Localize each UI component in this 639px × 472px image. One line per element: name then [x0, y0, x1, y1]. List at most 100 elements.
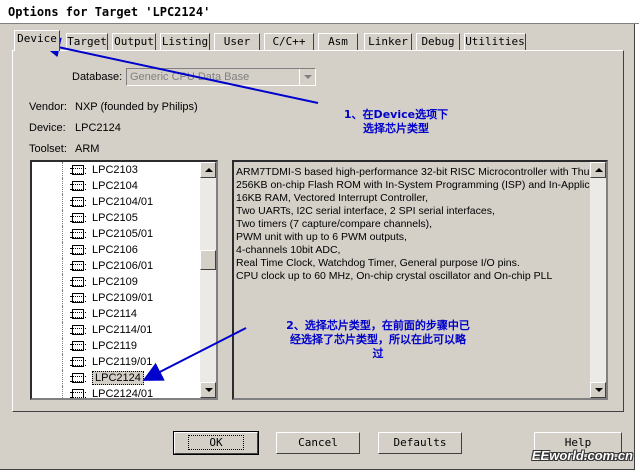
- list-item[interactable]: LPC2104: [32, 178, 200, 194]
- list-item[interactable]: LPC2109: [32, 274, 200, 290]
- description-line: Two timers (7 capture/compare channels),: [236, 218, 433, 230]
- chip-icon: [70, 213, 86, 223]
- list-item[interactable]: LPC2119: [32, 338, 200, 354]
- device-label: Device:: [29, 122, 66, 134]
- annotation-1-line-1: 1、在Device选项下: [343, 108, 449, 121]
- annotation-step-2: 2、选择芯片类型，在前面的步骤中已 经选择了芯片类型，所以在此可以略 过: [252, 319, 504, 361]
- defaults-button[interactable]: Defaults: [378, 432, 462, 454]
- chip-icon: [70, 229, 86, 239]
- chip-icon: [70, 389, 86, 398]
- ok-button[interactable]: OK: [173, 431, 259, 455]
- tree-line: [62, 194, 63, 210]
- device-list-scrollbar[interactable]: [200, 162, 216, 398]
- list-item-label: LPC2103: [92, 164, 138, 176]
- list-item[interactable]: LPC2124/01: [32, 386, 200, 398]
- chip-icon: [70, 261, 86, 271]
- tree-line: [62, 258, 63, 274]
- tab-linker[interactable]: Linker: [364, 33, 412, 50]
- list-item-label: LPC2104/01: [92, 196, 154, 208]
- title-bar: Options for Target 'LPC2124': [0, 0, 639, 24]
- list-item-label: LPC2119: [92, 340, 138, 352]
- cancel-button[interactable]: Cancel: [276, 432, 360, 454]
- tree-line: [62, 178, 63, 194]
- chip-icon: [70, 357, 86, 367]
- list-item[interactable]: LPC2106: [32, 242, 200, 258]
- tab-user[interactable]: User: [214, 33, 260, 50]
- vendor-value: NXP (founded by Philips): [75, 101, 198, 113]
- description-line: Two UARTs, I2C serial interface, 2 SPI s…: [236, 205, 495, 217]
- annotation-2-line-1: 2、选择芯片类型，在前面的步骤中已: [286, 319, 470, 332]
- list-item[interactable]: LPC2105/01: [32, 226, 200, 242]
- list-item-label: LPC2106/01: [92, 260, 154, 272]
- chip-icon: [70, 181, 86, 191]
- window-title: Options for Target 'LPC2124': [8, 5, 211, 19]
- list-item[interactable]: LPC2105: [32, 210, 200, 226]
- database-label: Database:: [72, 71, 123, 83]
- device-tree-list[interactable]: LPC2103 LPC2104 LPC2104/01 LPC2105 LPC2105/0…: [30, 160, 218, 400]
- toolset-label: Toolset:: [29, 143, 67, 155]
- list-item[interactable]: LPC2114/01: [32, 322, 200, 338]
- list-item[interactable]: LPC2109/01: [32, 290, 200, 306]
- list-item-label: LPC2109: [92, 276, 138, 288]
- list-item-label: LPC2124: [92, 371, 144, 385]
- description-line: PWM unit with up to 6 PWM outputs,: [236, 231, 407, 243]
- database-combo[interactable]: Generic CPU Data Base: [126, 68, 316, 86]
- tab-debug[interactable]: Debug: [416, 33, 460, 50]
- database-value: Generic CPU Data Base: [130, 71, 250, 83]
- chip-icon: [70, 309, 86, 319]
- scroll-up-icon[interactable]: [590, 162, 606, 178]
- tree-line: [62, 274, 63, 290]
- description-line: Real Time Clock, Watchdog Timer, General…: [236, 257, 520, 269]
- chip-icon: [70, 341, 86, 351]
- description-scrollbar[interactable]: [590, 162, 606, 398]
- tab-listing[interactable]: Listing: [160, 33, 210, 50]
- scroll-down-icon[interactable]: [590, 382, 606, 398]
- description-line: 16KB RAM, Vectored Interrupt Controller,: [236, 192, 429, 204]
- list-item[interactable]: LPC2103: [32, 162, 200, 178]
- tab-output[interactable]: Output: [112, 33, 156, 50]
- description-line: 256KB on-chip Flash ROM with In-System P…: [236, 179, 592, 191]
- list-item[interactable]: LPC2124: [32, 370, 200, 386]
- tree-line: [62, 322, 63, 338]
- list-item-label: LPC2114: [92, 308, 138, 320]
- tree-line: [62, 210, 63, 226]
- scroll-thumb[interactable]: [200, 250, 216, 270]
- tree-line: [62, 242, 63, 258]
- annotation-2-line-2: 经选择了芯片类型，所以在此可以略: [290, 333, 466, 346]
- tree-line: [62, 370, 63, 386]
- annotation-1-line-2: 选择芯片类型: [363, 122, 429, 135]
- scroll-up-icon[interactable]: [200, 162, 216, 178]
- device-description: ARM7TDMI-S based high-performance 32-bit…: [232, 160, 608, 400]
- tree-line: [62, 162, 63, 178]
- list-item[interactable]: LPC2119/01: [32, 354, 200, 370]
- chip-icon: [70, 373, 86, 383]
- annotation-2-line-3: 过: [372, 347, 384, 360]
- watermark: EEworld.com.cn: [531, 448, 633, 463]
- tab-asm[interactable]: Asm: [318, 33, 358, 50]
- scroll-down-icon[interactable]: [200, 382, 216, 398]
- list-item-label: LPC2105: [92, 212, 138, 224]
- tree-line: [62, 226, 63, 242]
- list-item-label: LPC2114/01: [92, 324, 153, 336]
- list-item-label: LPC2106: [92, 244, 138, 256]
- list-item[interactable]: LPC2104/01: [32, 194, 200, 210]
- tab-device[interactable]: Device: [14, 30, 60, 51]
- chip-icon: [70, 325, 86, 335]
- list-item-label: LPC2104: [92, 180, 138, 192]
- tree-line: [62, 386, 63, 398]
- chip-icon: [70, 197, 86, 207]
- vendor-label: Vendor:: [29, 101, 67, 113]
- toolset-value: ARM: [75, 143, 100, 155]
- tab-c-cpp[interactable]: C/C++: [264, 33, 314, 50]
- tree-line: [62, 290, 63, 306]
- chip-icon: [70, 165, 86, 175]
- tab-target[interactable]: Target: [66, 33, 108, 50]
- tree-line: [62, 306, 63, 322]
- chip-icon: [70, 277, 86, 287]
- tab-utilities[interactable]: Utilities: [464, 33, 526, 50]
- list-item[interactable]: LPC2114: [32, 306, 200, 322]
- chip-icon: [70, 245, 86, 255]
- list-item[interactable]: LPC2106/01: [32, 258, 200, 274]
- annotation-step-1: 1、在Device选项下 选择芯片类型: [318, 108, 474, 136]
- chevron-down-icon[interactable]: [299, 69, 315, 85]
